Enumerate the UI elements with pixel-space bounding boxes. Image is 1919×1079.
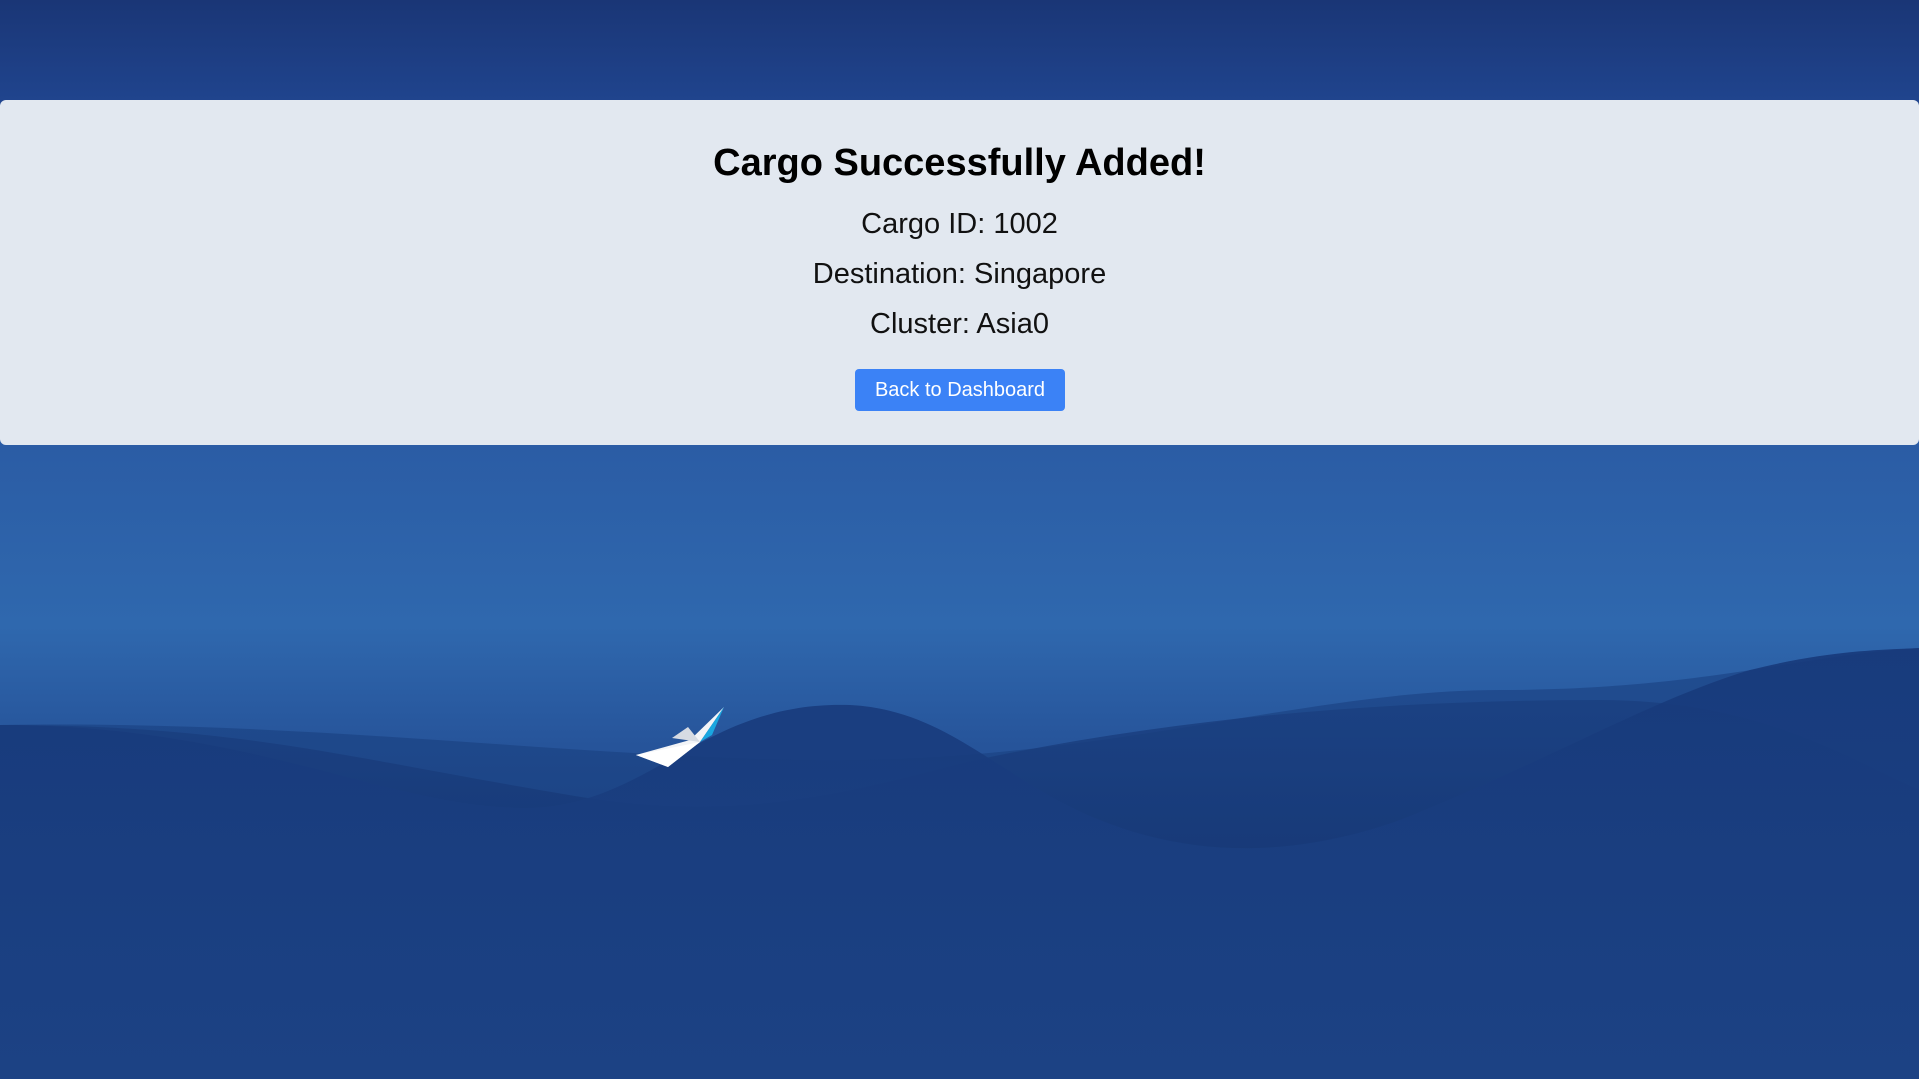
- cargo-id-line: Cargo ID: 1002: [0, 206, 1919, 242]
- destination-line: Destination: Singapore: [0, 256, 1919, 292]
- cluster-label: Cluster:: [870, 308, 970, 340]
- confirmation-card: Cargo Successfully Added! Cargo ID: 1002…: [0, 100, 1919, 445]
- cargo-id-value: 1002: [993, 208, 1058, 240]
- page-title: Cargo Successfully Added!: [713, 142, 1206, 184]
- back-to-dashboard-button[interactable]: Back to Dashboard: [855, 369, 1065, 411]
- cargo-id-label: Cargo ID:: [861, 208, 986, 240]
- destination-value: Singapore: [974, 258, 1107, 290]
- cluster-value: Asia0: [976, 308, 1049, 340]
- cluster-line: Cluster: Asia0: [0, 306, 1919, 342]
- destination-label: Destination:: [812, 258, 966, 290]
